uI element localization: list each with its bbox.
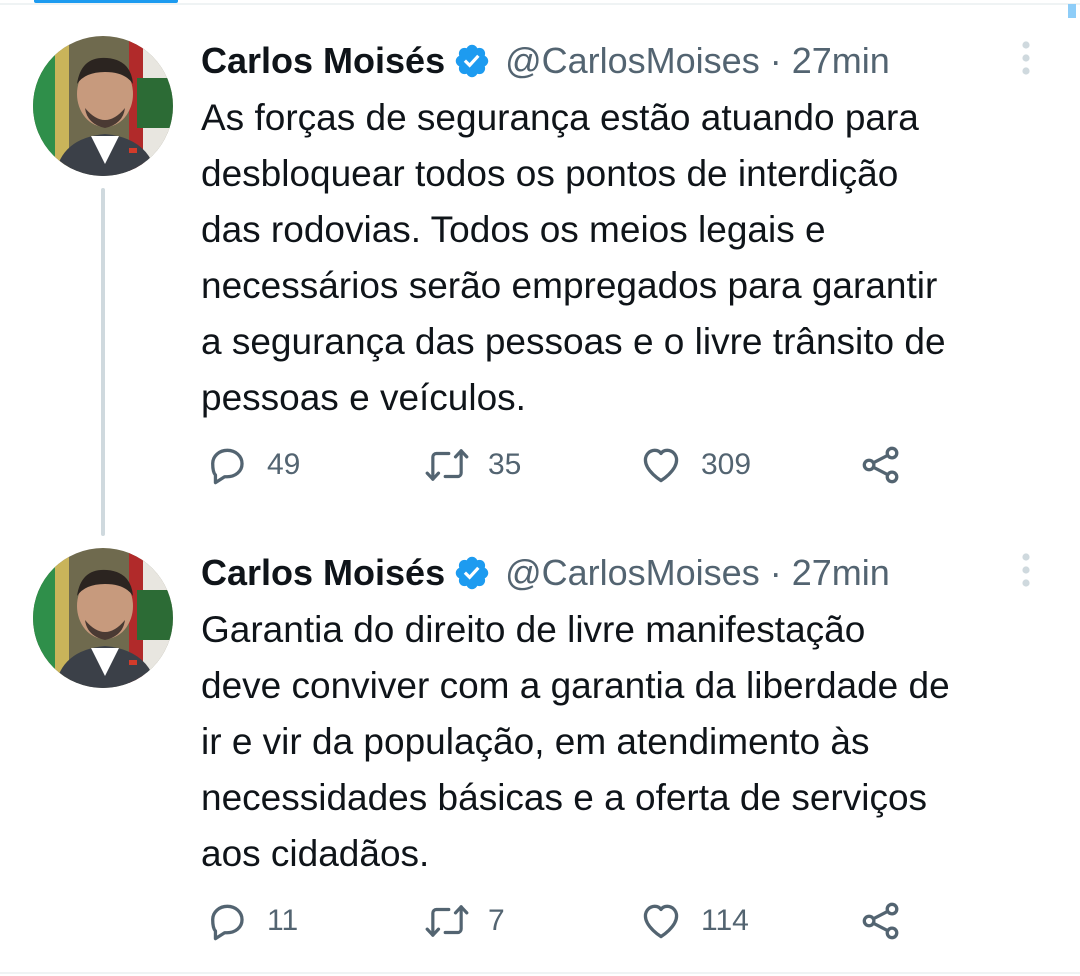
- tweet-text-line: As forças de segurança estão atuando par…: [201, 97, 919, 138]
- tweet-text: As forças de segurança estão atuando par…: [201, 90, 1071, 426]
- author-handle[interactable]: @CarlosMoises: [505, 40, 760, 82]
- retweet-icon: [425, 449, 469, 481]
- tweet-header: Carlos Moisés @CarlosMoises · 27min: [201, 550, 1001, 596]
- heart-icon: [643, 904, 679, 939]
- tweet-text-line: desbloquear todos os pontos de interdiçã…: [201, 153, 899, 194]
- more-options-icon[interactable]: [1018, 552, 1034, 588]
- retweet-count: 7: [488, 904, 505, 937]
- reply-button[interactable]: 49: [205, 442, 300, 488]
- tweet-text-line: Garantia do direito de livre manifestaçã…: [201, 609, 866, 650]
- tweet-actions: 49 35 309: [201, 442, 981, 488]
- author-handle[interactable]: @CarlosMoises: [505, 552, 760, 594]
- reply-count: 49: [267, 448, 301, 481]
- retweet-button[interactable]: 35: [424, 442, 521, 488]
- share-icon: [862, 446, 899, 484]
- like-button[interactable]: 114: [639, 898, 749, 944]
- tweet-actions: 11 7 114: [201, 898, 981, 944]
- tweet-timestamp[interactable]: 27min: [792, 40, 890, 82]
- tab-indicator: [34, 0, 178, 3]
- heart-icon: [643, 448, 679, 483]
- share-icon: [862, 902, 899, 940]
- avatar-image: [33, 548, 173, 688]
- top-divider: [0, 3, 1080, 5]
- tweet-text-line: a segurança das pessoas e o livre trânsi…: [201, 321, 946, 362]
- reply-count: 11: [267, 904, 299, 937]
- tweet-text: Garantia do direito de livre manifestaçã…: [201, 602, 1071, 882]
- verified-badge-icon: [453, 42, 491, 80]
- tweet-text-line: necessidades básicas e a oferta de servi…: [201, 777, 928, 818]
- avatar[interactable]: [33, 548, 173, 688]
- author-name[interactable]: Carlos Moisés: [201, 552, 445, 594]
- bottom-divider: [0, 972, 1080, 974]
- tweet-timestamp[interactable]: 27min: [792, 552, 890, 594]
- reply-icon: [211, 904, 244, 941]
- like-button[interactable]: 309: [639, 442, 751, 488]
- reply-button[interactable]: 11: [205, 898, 298, 944]
- like-count: 114: [701, 904, 749, 937]
- tweet-text-line: deve conviver com a garantia da liberdad…: [201, 665, 950, 706]
- reply-icon: [211, 448, 244, 485]
- more-options-icon[interactable]: [1018, 40, 1034, 76]
- separator-dot: ·: [769, 40, 782, 81]
- tweet-text-line: pessoas e veículos.: [201, 377, 526, 418]
- thread-connector-line: [101, 188, 105, 536]
- retweet-icon: [425, 905, 469, 937]
- tweet-text-line: ir e vir da população, em atendimento às: [201, 721, 870, 762]
- retweet-button[interactable]: 7: [424, 898, 505, 944]
- avatar-image: [33, 36, 173, 176]
- retweet-count: 35: [488, 448, 522, 481]
- tweet-header: Carlos Moisés @CarlosMoises · 27min: [201, 38, 1001, 84]
- like-count: 309: [701, 448, 752, 481]
- verified-badge-icon: [453, 554, 491, 592]
- scroll-indicator: [1068, 4, 1076, 18]
- share-button[interactable]: [859, 898, 903, 944]
- avatar[interactable]: [33, 36, 173, 176]
- author-name[interactable]: Carlos Moisés: [201, 40, 445, 82]
- tweet-text-line: das rodovias. Todos os meios legais e: [201, 209, 826, 250]
- tweet-text-line: aos cidadãos.: [201, 833, 430, 874]
- separator-dot: ·: [769, 552, 782, 593]
- tweet-text-line: necessários serão empregados para garant…: [201, 265, 938, 306]
- share-button[interactable]: [859, 442, 903, 488]
